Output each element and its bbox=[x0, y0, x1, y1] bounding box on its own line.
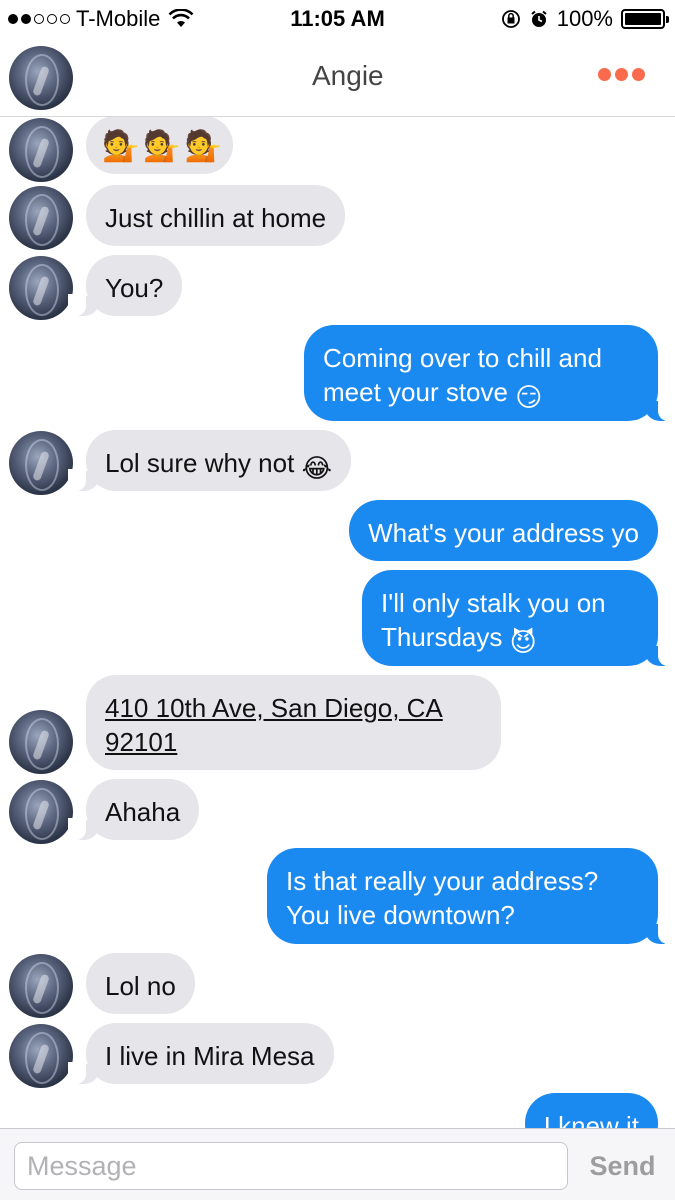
message-text: Thursdays bbox=[381, 622, 503, 652]
battery-icon bbox=[621, 9, 669, 29]
message-composer: Send bbox=[0, 1128, 675, 1200]
outgoing-message[interactable]: I'll only stalk you on Thursdays 😈 bbox=[362, 570, 675, 666]
incoming-message[interactable]: Ahaha bbox=[67, 779, 200, 840]
information-desk-person-emoji: 💁💁💁 bbox=[102, 130, 227, 163]
incoming-message[interactable]: I live in Mira Mesa bbox=[68, 1023, 334, 1084]
incoming-message[interactable]: Lol no bbox=[86, 953, 195, 1014]
conversation-header: Angie bbox=[0, 38, 675, 117]
outgoing-message[interactable]: I knew it bbox=[524, 1093, 658, 1128]
outgoing-message[interactable]: Coming over to chill and meet your stove… bbox=[304, 325, 675, 421]
more-options-icon[interactable] bbox=[598, 68, 645, 81]
incoming-message[interactable]: 410 10th Ave, San Diego, CA 92101 bbox=[86, 675, 501, 770]
incoming-message[interactable]: 💁💁💁 bbox=[86, 117, 233, 174]
address-link[interactable]: 410 10th Ave, San Diego, CA bbox=[105, 691, 482, 725]
message-text: What's your address yo bbox=[368, 518, 639, 548]
contact-name[interactable]: Angie bbox=[312, 60, 384, 92]
outgoing-message[interactable]: What's your address yo bbox=[349, 500, 658, 561]
sender-avatar[interactable] bbox=[9, 780, 73, 844]
sender-avatar[interactable] bbox=[9, 710, 73, 774]
sender-avatar[interactable] bbox=[9, 256, 73, 320]
message-text: Lol sure why not bbox=[105, 448, 295, 478]
message-text: You live downtown? bbox=[286, 900, 515, 930]
message-list[interactable]: 💁💁💁 Just chillin at home You? Coming ove… bbox=[0, 117, 675, 1128]
message-text: Lol no bbox=[105, 971, 176, 1001]
sender-avatar[interactable] bbox=[9, 431, 73, 495]
status-right: 100% bbox=[501, 6, 669, 32]
smirking-face-emoji: 😏 bbox=[515, 382, 543, 412]
incoming-message[interactable]: Lol sure why not 😂 bbox=[68, 430, 351, 491]
incoming-message[interactable]: Just chillin at home bbox=[86, 185, 346, 246]
contact-avatar[interactable] bbox=[9, 46, 73, 110]
smiling-imp-emoji: 😈 bbox=[509, 627, 537, 657]
sender-avatar[interactable] bbox=[9, 118, 73, 182]
tears-of-joy-emoji: 😂 bbox=[301, 453, 332, 483]
message-text: I knew it bbox=[543, 1111, 639, 1128]
message-text: Just chillin at home bbox=[105, 203, 327, 233]
outgoing-message[interactable]: Is that really your address? You live do… bbox=[267, 848, 675, 944]
sender-avatar[interactable] bbox=[9, 1024, 73, 1088]
sender-avatar[interactable] bbox=[9, 954, 73, 1018]
incoming-message[interactable]: You? bbox=[67, 255, 183, 316]
status-bar: T-Mobile 11:05 AM 100% bbox=[0, 0, 675, 38]
message-text: I live in Mira Mesa bbox=[105, 1041, 315, 1071]
sender-avatar[interactable] bbox=[9, 186, 73, 250]
message-text: Ahaha bbox=[105, 797, 181, 827]
address-link[interactable]: 92101 bbox=[105, 727, 177, 757]
rotation-lock-icon bbox=[501, 10, 520, 28]
message-text: Coming over to chill and bbox=[323, 343, 602, 373]
alarm-icon bbox=[531, 10, 547, 27]
message-text: I'll only stalk you on bbox=[381, 588, 606, 618]
message-input[interactable] bbox=[14, 1142, 568, 1190]
battery-percent: 100% bbox=[556, 6, 613, 31]
send-button[interactable]: Send bbox=[580, 1143, 665, 1189]
message-text: Is that really your address? bbox=[286, 866, 599, 896]
message-text: You? bbox=[105, 273, 164, 303]
message-text: meet your stove bbox=[323, 377, 508, 407]
